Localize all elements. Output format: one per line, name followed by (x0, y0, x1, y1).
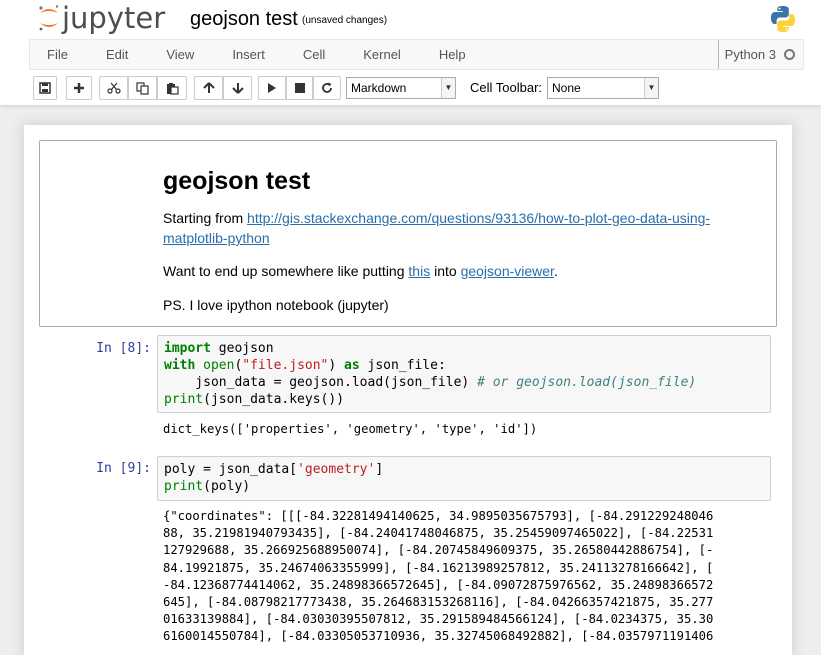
jupyter-logo[interactable]: jupyter (37, 2, 165, 34)
save-button[interactable] (33, 76, 57, 100)
p2-mid-text: into (430, 263, 461, 279)
save-icon (39, 82, 51, 94)
kernel-idle-icon (784, 49, 795, 60)
cut-button[interactable] (99, 76, 128, 100)
code-token: ] (375, 462, 384, 477)
p2-suffix: . (553, 263, 558, 279)
python-logo-icon (771, 6, 795, 32)
kernel-indicator: Python 3 (717, 40, 795, 69)
cell-type-select[interactable]: Markdown ▼ (346, 77, 456, 99)
copy-button[interactable] (128, 76, 157, 100)
menu-edit[interactable]: Edit (87, 40, 147, 69)
run-button[interactable] (258, 76, 286, 100)
menu-help[interactable]: Help (420, 40, 485, 69)
code-token: print (164, 392, 204, 407)
insert-cell-button[interactable] (66, 76, 92, 100)
this-link[interactable]: this (408, 263, 430, 279)
code-token: geojson (210, 341, 274, 356)
menu-kernel[interactable]: Kernel (344, 40, 420, 69)
play-icon (268, 83, 276, 93)
p2-text: Want to end up somewhere like putting (163, 263, 409, 279)
markdown-heading: geojson test (163, 167, 311, 195)
arrow-up-icon (202, 82, 215, 93)
plus-icon (74, 83, 84, 93)
cell-prompt-8: In [8]: (96, 341, 151, 356)
output-line: 84.19921875, 35.24674063355999], [-84.16… (163, 560, 714, 575)
code-token: with (164, 358, 196, 373)
code-token: ) (328, 358, 345, 373)
paste-icon (166, 82, 179, 95)
stop-icon (294, 83, 305, 93)
paste-button[interactable] (157, 76, 187, 100)
code-token: (json_data.keys()) (203, 392, 345, 407)
markdown-paragraph-2: Want to end up somewhere like putting th… (163, 261, 558, 281)
code-output-8: dict_keys(['properties', 'geometry', 'ty… (163, 422, 538, 436)
output-line: 01633139884], [-84.03030395507812, 35.29… (163, 612, 714, 627)
code-output-9: {"coordinates": [[[-84.32281494140625, 3… (163, 508, 773, 646)
kernel-name: Python 3 (724, 47, 776, 62)
code-input-8[interactable]: import geojson with open("file.json") as… (157, 335, 771, 413)
restart-button[interactable] (313, 76, 341, 100)
chevron-down-icon: ▼ (644, 78, 658, 98)
notebook-name[interactable]: geojson test (190, 7, 298, 31)
menubar: File Edit View Insert Cell Kernel Help P… (29, 39, 804, 70)
cell-type-value: Markdown (351, 81, 407, 95)
geojson-viewer-link[interactable]: geojson-viewer (461, 263, 554, 279)
move-down-button[interactable] (223, 76, 252, 100)
save-status: (unsaved changes) (302, 15, 388, 26)
output-line: 88, 35.21981940793435], [-84.24041748046… (163, 526, 714, 541)
code-input-9[interactable]: poly = json_data['geometry'] print(poly) (157, 456, 771, 501)
interrupt-button[interactable] (286, 76, 313, 100)
code-token: json_file: (359, 358, 446, 373)
jupyter-logo-icon (39, 5, 59, 31)
jupyter-logo-text: jupyter (62, 1, 166, 35)
move-up-button[interactable] (194, 76, 223, 100)
output-line: 127929688, 35.266925688950074], [-84.207… (163, 543, 714, 558)
notebook-container: geojson test Starting from http://gis.st… (24, 125, 792, 655)
code-comment: # or geojson.load(json_file) (477, 375, 697, 390)
menu-file[interactable]: File (30, 40, 87, 69)
chevron-down-icon: ▼ (441, 78, 455, 98)
cell-prompt-9: In [9]: (96, 461, 151, 476)
restart-icon (322, 82, 332, 93)
cell-toolbar-select[interactable]: None ▼ (547, 77, 659, 99)
code-token: print (164, 479, 204, 494)
output-line: 645], [-84.08798217773438, 35.2646831532… (163, 595, 714, 610)
code-token: poly = json_data[ (164, 462, 298, 477)
markdown-cell[interactable]: geojson test Starting from http://gis.st… (39, 140, 777, 327)
stackexchange-link-cont[interactable]: matplotlib-python (163, 230, 270, 246)
code-token: 'geometry' (297, 462, 376, 477)
output-line: {"coordinates": [[[-84.32281494140625, 3… (163, 509, 714, 523)
markdown-paragraph-1: Starting from http://gis.stackexchange.c… (163, 208, 710, 248)
p1-text: Starting from (163, 210, 248, 226)
notebook-header: jupyter geojson test (unsaved changes) F… (0, 0, 821, 105)
code-token: json_data = geojson.load(json_file) (164, 375, 478, 390)
copy-icon (136, 81, 149, 95)
menu-cell[interactable]: Cell (284, 40, 344, 69)
cell-toolbar-value: None (552, 81, 581, 95)
cell-toolbar-label: Cell Toolbar: (470, 80, 543, 95)
code-token: "file.json" (242, 358, 329, 373)
stackexchange-link[interactable]: http://gis.stackexchange.com/questions/9… (247, 210, 710, 226)
code-token: import (164, 341, 211, 356)
output-line: -84.12368774414062, 35.24898366572645], … (163, 577, 714, 592)
menu-view[interactable]: View (147, 40, 213, 69)
arrow-down-icon (231, 83, 244, 94)
scissors-icon (106, 82, 121, 94)
code-token: as (344, 358, 360, 373)
markdown-paragraph-3: PS. I love ipython notebook (jupyter) (163, 297, 389, 313)
code-token: open (203, 358, 235, 373)
output-line: 6160014550784], [-84.03305053710936, 35.… (163, 629, 714, 644)
code-token: (poly) (203, 479, 251, 494)
menu-insert[interactable]: Insert (213, 40, 284, 69)
